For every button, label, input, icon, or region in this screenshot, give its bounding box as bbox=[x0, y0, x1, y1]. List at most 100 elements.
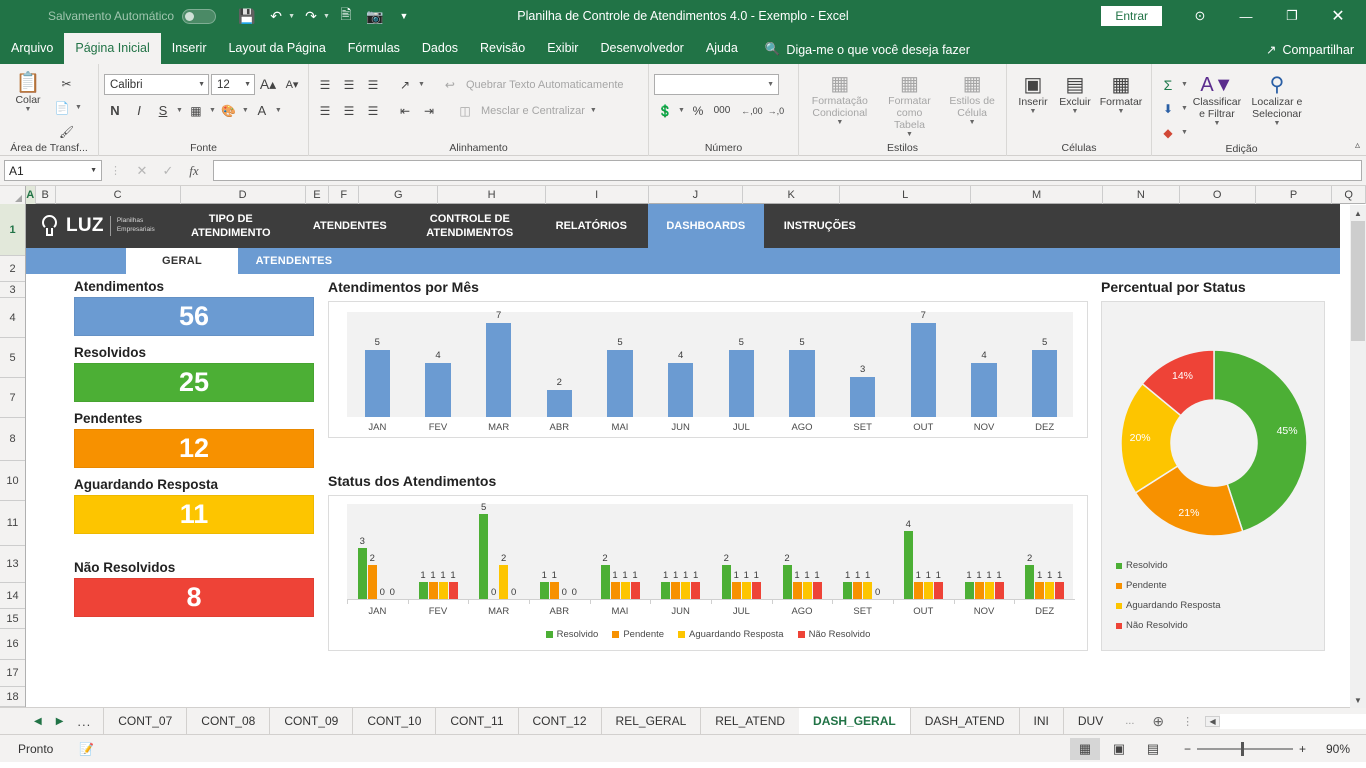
column-header-O[interactable]: O bbox=[1180, 186, 1256, 204]
borders-icon[interactable]: ▦ bbox=[185, 100, 207, 121]
sheet-tab-cont-12[interactable]: CONT_12 bbox=[517, 708, 601, 734]
sheet-overflow-left[interactable]: ... bbox=[77, 714, 91, 729]
underline-button[interactable]: S bbox=[152, 100, 174, 121]
zoom-in-button[interactable]: + bbox=[1299, 742, 1306, 756]
wrap-text-label[interactable]: Quebrar Texto Automaticamente bbox=[466, 79, 624, 91]
format-cells-button[interactable]: ▦ Formatar ▼ bbox=[1096, 72, 1146, 118]
row-header-18[interactable]: 18 bbox=[0, 687, 25, 707]
zoom-value[interactable]: 90% bbox=[1310, 742, 1350, 756]
bold-button[interactable]: N bbox=[104, 100, 126, 121]
column-header-B[interactable]: B bbox=[36, 186, 56, 204]
paste-caret-icon[interactable]: ▼ bbox=[25, 106, 32, 114]
hscroll-left-icon[interactable]: ◀ bbox=[1205, 715, 1221, 727]
nav-dashboards[interactable]: DASHBOARDS bbox=[647, 204, 764, 248]
orientation-icon[interactable]: ↗ bbox=[394, 74, 416, 95]
column-header-D[interactable]: D bbox=[181, 186, 306, 204]
align-left-icon[interactable]: ☰ bbox=[314, 100, 336, 121]
nav-instrucoes[interactable]: INSTRUÇÕES bbox=[764, 204, 876, 248]
zoom-track[interactable] bbox=[1196, 741, 1293, 756]
sort-filter-button[interactable]: A▼ Classificar e Filtrar ▼ bbox=[1188, 72, 1246, 130]
page-layout-view-icon[interactable]: ▣ bbox=[1104, 738, 1134, 760]
add-sheet-icon[interactable]: ⊕ bbox=[1142, 708, 1174, 734]
redo-caret-icon[interactable]: ▼ bbox=[323, 13, 330, 20]
sheet-tab-dash-geral[interactable]: DASH_GERAL bbox=[799, 708, 910, 734]
align-middle-icon[interactable]: ☰ bbox=[338, 74, 360, 95]
column-header-N[interactable]: N bbox=[1103, 186, 1180, 204]
align-bottom-icon[interactable]: ☰ bbox=[362, 74, 384, 95]
fill-down-icon[interactable]: ⬇ bbox=[1157, 98, 1179, 119]
decrease-decimal-icon[interactable]: →,0 bbox=[765, 100, 787, 121]
record-macro-icon[interactable]: 📝 bbox=[79, 742, 94, 756]
format-cells-caret-icon[interactable]: ▼ bbox=[1118, 108, 1125, 116]
fx-icon[interactable]: fx bbox=[181, 163, 207, 179]
tab-layout-da-pagina[interactable]: Layout da Página bbox=[217, 33, 336, 64]
format-painter-icon[interactable]: 🖌 bbox=[51, 121, 82, 142]
decrease-font-size-icon[interactable]: A▾ bbox=[281, 74, 303, 95]
sheet-tab-split[interactable]: ⋮ bbox=[1174, 708, 1201, 734]
delete-cells-caret-icon[interactable]: ▼ bbox=[1072, 108, 1079, 116]
page-break-view-icon[interactable]: ▤ bbox=[1138, 738, 1168, 760]
borders-caret-icon[interactable]: ▼ bbox=[209, 107, 216, 114]
row-header-14[interactable]: 14 bbox=[0, 583, 25, 609]
column-header-K[interactable]: K bbox=[743, 186, 841, 204]
nav-tipo-de-atendimento[interactable]: TIPO DE ATENDIMENTO bbox=[167, 204, 295, 248]
column-header-A[interactable]: A bbox=[25, 186, 36, 204]
font-color-icon[interactable]: A bbox=[251, 100, 273, 121]
tab-ajuda[interactable]: Ajuda bbox=[695, 33, 749, 64]
percent-style-button[interactable]: % bbox=[687, 100, 709, 121]
hscroll-thumb[interactable] bbox=[1220, 713, 1366, 729]
name-box[interactable]: A1 ▼ bbox=[4, 160, 102, 181]
zoom-slider[interactable]: − + bbox=[1184, 741, 1306, 756]
chart2-frame[interactable]: 3 2 0 0 JAN 1 1 1 1 FEV 5 0 2 0 MAR 1 1 0 0 ABR 2 1 1 1 MAI 1 1 1 1 J… bbox=[328, 495, 1088, 651]
italic-button[interactable]: I bbox=[128, 100, 150, 121]
row-header-10[interactable]: 10 bbox=[0, 461, 25, 501]
find-select-button[interactable]: ⚲ Localizar e Selecionar ▼ bbox=[1246, 72, 1308, 130]
column-header-G[interactable]: G bbox=[359, 186, 439, 204]
column-header-C[interactable]: C bbox=[56, 186, 181, 204]
eraser-icon[interactable]: ◆ bbox=[1157, 122, 1179, 143]
copy-caret-icon[interactable]: ▼ bbox=[75, 104, 82, 111]
row-header-11[interactable]: 11 bbox=[0, 501, 25, 546]
select-all-corner[interactable] bbox=[0, 186, 26, 204]
autosum-caret-icon[interactable]: ▼ bbox=[1181, 81, 1188, 88]
fill-caret-icon[interactable]: ▼ bbox=[242, 107, 249, 114]
sort-filter-caret-icon[interactable]: ▼ bbox=[1213, 120, 1220, 128]
close-icon[interactable]: ✕ bbox=[1316, 0, 1360, 32]
comma-style-button[interactable]: 000 bbox=[711, 100, 733, 121]
row-header-2[interactable]: 2 bbox=[0, 256, 25, 282]
paste-button[interactable]: 📋 Colar ▼ bbox=[5, 68, 51, 116]
row-header-17[interactable]: 17 bbox=[0, 660, 25, 687]
scroll-up-icon[interactable]: ▲ bbox=[1350, 205, 1366, 221]
chart1-frame[interactable]: 5 JAN 4 FEV 7 MAR 2 ABR 5 MAI 4 JUN 5 JUL 5 AGO 3 SET 7 OUT… bbox=[328, 301, 1088, 438]
nav-relatorios[interactable]: RELATÓRIOS bbox=[535, 204, 648, 248]
align-center-icon[interactable]: ☰ bbox=[338, 100, 360, 121]
row-header-5[interactable]: 5 bbox=[0, 338, 25, 378]
horizontal-scrollbar[interactable]: ◀ ▶ bbox=[1201, 708, 1366, 734]
underline-caret-icon[interactable]: ▼ bbox=[176, 107, 183, 114]
column-header-M[interactable]: M bbox=[971, 186, 1104, 204]
row-header-8[interactable]: 8 bbox=[0, 418, 25, 461]
decrease-indent-icon[interactable]: ⇤ bbox=[394, 100, 416, 121]
zoom-thumb[interactable] bbox=[1240, 741, 1244, 756]
print-preview-icon[interactable]: 🖹 bbox=[333, 4, 359, 28]
fill-caret2-icon[interactable]: ▼ bbox=[1181, 105, 1188, 112]
column-header-L[interactable]: L bbox=[840, 186, 972, 204]
delete-cells-button[interactable]: ▤ Excluir ▼ bbox=[1054, 72, 1096, 118]
cell-styles-button[interactable]: ▦ Estilos de Célula ▼ bbox=[943, 71, 1001, 129]
prev-sheet-icon[interactable]: ◀ bbox=[34, 716, 42, 727]
tab-formulas[interactable]: Fórmulas bbox=[337, 33, 411, 64]
merge-caret-icon[interactable]: ▼ bbox=[590, 107, 597, 114]
sheet-tab-cont-10[interactable]: CONT_10 bbox=[352, 708, 435, 734]
column-header-J[interactable]: J bbox=[649, 186, 744, 204]
ribbon-display-options-icon[interactable]: ⊙ bbox=[1178, 0, 1222, 32]
column-header-P[interactable]: P bbox=[1256, 186, 1333, 204]
fill-color-icon[interactable]: 🎨 bbox=[218, 100, 240, 121]
accounting-caret-icon[interactable]: ▼ bbox=[678, 107, 685, 114]
undo-icon[interactable]: ↶ bbox=[263, 4, 289, 28]
confirm-icon[interactable]: ✓ bbox=[155, 163, 181, 179]
insert-cells-button[interactable]: ▣ Inserir ▼ bbox=[1012, 72, 1054, 118]
column-header-F[interactable]: F bbox=[329, 186, 360, 204]
autosave-toggle[interactable] bbox=[182, 8, 217, 24]
sheet-tab-cont-09[interactable]: CONT_09 bbox=[269, 708, 352, 734]
find-select-caret-icon[interactable]: ▼ bbox=[1273, 120, 1280, 128]
